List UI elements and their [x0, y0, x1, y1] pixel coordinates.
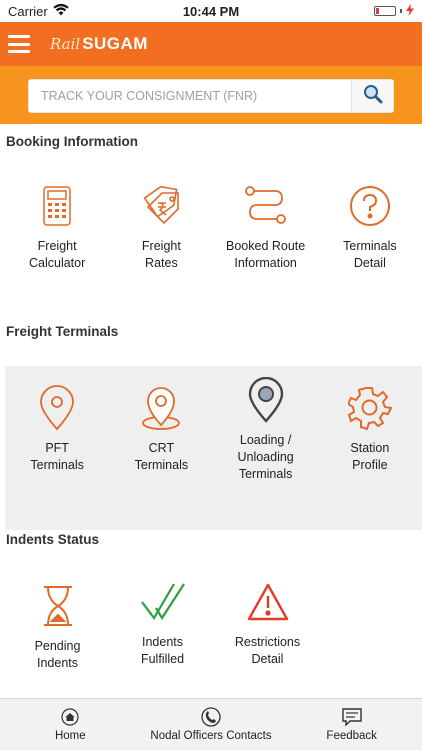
tile-station-profile[interactable]: Station Profile — [318, 380, 422, 483]
battery-tip — [400, 9, 402, 13]
app-logo: Rail SUGAM — [50, 34, 148, 54]
tile-label: CRT Terminals — [134, 441, 189, 472]
fnr-search-input[interactable] — [29, 80, 351, 112]
tile-label: Freight Rates — [141, 239, 181, 270]
feedback-icon — [341, 707, 362, 727]
section-title-indents: Indents Status — [6, 532, 100, 547]
wifi-icon — [53, 3, 69, 19]
tile-pft-terminals[interactable]: PFT Terminals — [5, 380, 109, 483]
tile-crt-terminals[interactable]: CRT Terminals — [109, 380, 213, 483]
booking-tiles: Freight Calculator Freight Rates Booked … — [5, 182, 422, 272]
calculator-icon — [33, 182, 81, 230]
status-bar: Carrier 10:44 PM — [0, 0, 422, 22]
tile-label: Booked Route Information — [226, 239, 306, 270]
tile-loading-unloading[interactable]: Loading / Unloading Terminals — [214, 376, 318, 483]
tile-label: PFT Terminals — [30, 441, 84, 472]
nav-home[interactable]: Home — [0, 699, 141, 750]
logo-main: SUGAM — [82, 34, 148, 53]
home-icon — [60, 707, 80, 727]
nav-label: Nodal Officers Contacts — [150, 730, 272, 742]
search-button[interactable] — [351, 80, 393, 112]
tile-freight-rates[interactable]: Freight Rates — [109, 182, 213, 272]
tile-label: Loading / Unloading Terminals — [237, 433, 294, 481]
indents-tiles: Pending Indents Indents Fulfilled Restri… — [5, 582, 422, 672]
search-band — [0, 66, 422, 124]
tile-label: Pending Indents — [34, 639, 81, 670]
search-icon — [363, 84, 383, 109]
rupee-tag-icon — [137, 182, 185, 230]
battery-icon — [374, 6, 396, 16]
section-title-terminals: Freight Terminals — [6, 324, 119, 339]
gear-icon — [346, 384, 394, 432]
tile-pending-indents[interactable]: Pending Indents — [5, 582, 110, 672]
tile-terminals-detail[interactable]: Terminals Detail — [318, 182, 422, 272]
search-box — [28, 79, 394, 113]
status-right — [374, 3, 414, 19]
question-circle-icon — [346, 182, 394, 230]
app-header: Rail SUGAM — [0, 22, 422, 66]
bottom-nav: Home Nodal Officers Contacts Feedback — [0, 698, 422, 750]
tile-booked-route[interactable]: Booked Route Information — [214, 182, 318, 272]
route-icon — [242, 182, 290, 230]
tile-label: Station Profile — [350, 441, 390, 472]
nav-feedback[interactable]: Feedback — [281, 699, 422, 750]
nav-nodal-officers[interactable]: Nodal Officers Contacts — [141, 699, 282, 750]
location-pin-icon — [33, 384, 81, 432]
location-target-icon — [137, 384, 185, 432]
location-pin-dark-icon — [242, 376, 290, 424]
tile-label: Terminals Detail — [343, 239, 397, 270]
tile-label: Restrictions Detail — [234, 635, 301, 666]
status-left: Carrier — [8, 3, 69, 19]
hourglass-icon — [34, 582, 82, 630]
tile-label: Indents Fulfilled — [140, 635, 185, 666]
charging-icon — [406, 3, 414, 19]
section-title-booking: Booking Information — [6, 134, 138, 149]
carrier-label: Carrier — [8, 3, 48, 19]
logo-prefix: Rail — [50, 35, 81, 53]
phone-icon — [201, 707, 221, 727]
hamburger-icon[interactable] — [8, 35, 30, 53]
double-check-icon — [139, 578, 187, 626]
warning-icon — [244, 578, 292, 626]
tile-freight-calculator[interactable]: Freight Calculator — [5, 182, 109, 272]
terminals-tiles: PFT Terminals CRT Terminals Loading / Un… — [5, 377, 422, 483]
nav-label: Feedback — [326, 730, 377, 742]
tile-restrictions-detail[interactable]: Restrictions Detail — [215, 578, 320, 672]
tile-label: Freight Calculator — [28, 239, 86, 270]
nav-label: Home — [54, 730, 86, 742]
tile-indents-fulfilled[interactable]: Indents Fulfilled — [110, 578, 215, 672]
